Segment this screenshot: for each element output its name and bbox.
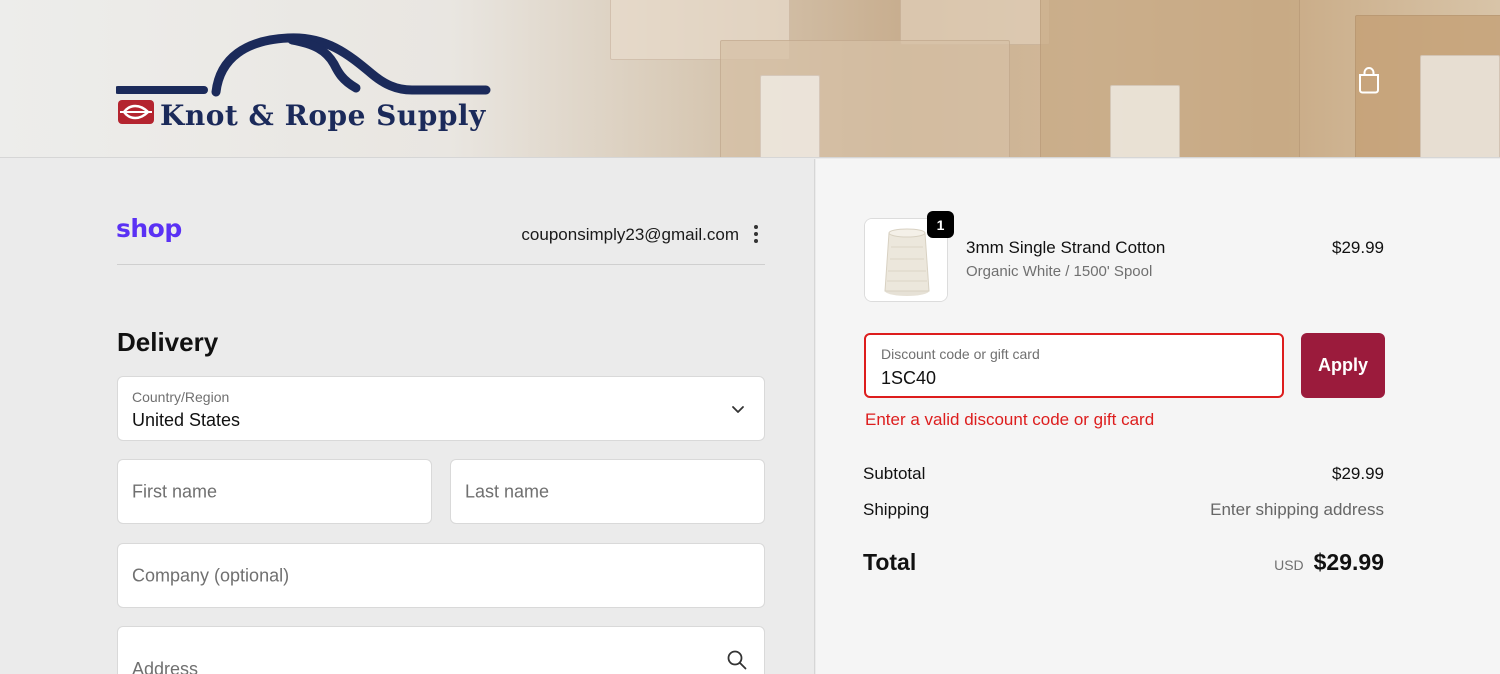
product-price: $29.99 bbox=[1332, 238, 1384, 257]
shopping-bag-icon[interactable] bbox=[1356, 66, 1382, 94]
shipping-value: Enter shipping address bbox=[1210, 500, 1384, 519]
order-summary-panel: 1 3mm Single Strand Cotton Organic White… bbox=[816, 159, 1500, 674]
country-value: United States bbox=[132, 410, 241, 430]
chevron-down-icon bbox=[732, 406, 744, 413]
discount-label: Discount code or gift card bbox=[881, 346, 1040, 362]
background-box bbox=[1420, 55, 1500, 157]
address-field[interactable]: Address bbox=[117, 626, 765, 674]
discount-value: 1SC40 bbox=[881, 368, 937, 388]
country-select[interactable]: Country/Region United States bbox=[117, 376, 765, 441]
company-field[interactable]: Company (optional) bbox=[117, 543, 765, 608]
delivery-heading: Delivery bbox=[117, 327, 219, 357]
brand-name: Knot & Rope Supply bbox=[160, 99, 486, 132]
divider bbox=[117, 264, 765, 265]
first-name-field[interactable]: First name bbox=[117, 459, 432, 524]
total-amount: USD $29.99 bbox=[1274, 549, 1384, 576]
first-name-placeholder: First name bbox=[132, 481, 218, 501]
subtotal-value: $29.99 bbox=[1332, 464, 1384, 483]
checkout-form-panel: shop couponsimply23@gmail.com Delivery C… bbox=[0, 159, 815, 674]
discount-error-message: Enter a valid discount code or gift card bbox=[865, 410, 1155, 429]
shop-pay-logo: shop bbox=[116, 214, 182, 243]
total-currency: USD bbox=[1274, 557, 1304, 573]
shipping-label: Shipping bbox=[863, 500, 930, 519]
country-label: Country/Region bbox=[132, 389, 230, 405]
company-placeholder: Company (optional) bbox=[132, 565, 290, 585]
discount-code-field[interactable]: Discount code or gift card 1SC40 bbox=[864, 333, 1284, 398]
product-variant: Organic White / 1500' Spool bbox=[966, 263, 1153, 280]
total-value: $29.99 bbox=[1313, 549, 1384, 575]
last-name-field[interactable]: Last name bbox=[450, 459, 765, 524]
account-email: couponsimply23@gmail.com bbox=[521, 225, 739, 244]
more-vertical-icon[interactable] bbox=[748, 223, 764, 245]
address-placeholder: Address bbox=[132, 659, 199, 674]
quantity-badge: 1 bbox=[927, 211, 954, 238]
subtotal-label: Subtotal bbox=[863, 464, 926, 483]
total-label: Total bbox=[863, 549, 917, 575]
product-name: 3mm Single Strand Cotton bbox=[966, 238, 1166, 257]
search-icon[interactable] bbox=[726, 649, 748, 671]
background-box bbox=[1110, 85, 1180, 157]
background-box bbox=[760, 75, 820, 157]
last-name-placeholder: Last name bbox=[465, 481, 550, 501]
header-banner: Knot & Rope Supply bbox=[0, 0, 1500, 158]
background-box bbox=[900, 0, 1050, 45]
apply-button[interactable]: Apply bbox=[1301, 333, 1385, 398]
